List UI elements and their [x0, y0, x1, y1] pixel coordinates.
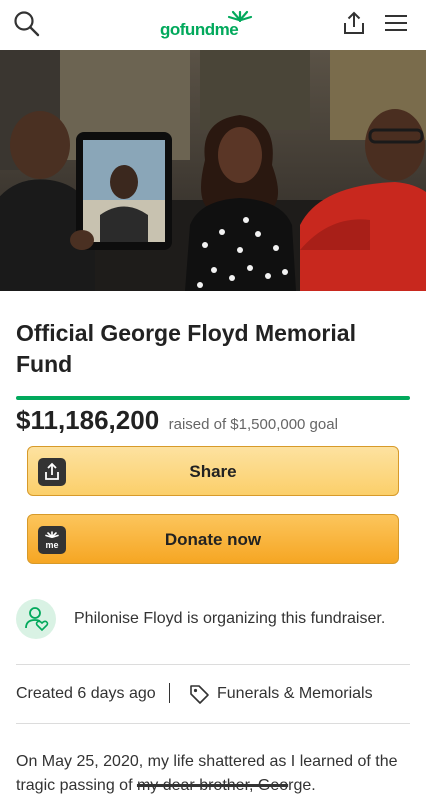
hamburger-menu-icon: [385, 15, 407, 31]
share-icon: [344, 11, 364, 34]
logo-text: gofundme: [160, 20, 239, 39]
divider: [16, 664, 410, 665]
donate-button-label: Donate now: [164, 530, 262, 549]
campaign-meta: Created 6 days ago Funerals & Memorials: [16, 683, 410, 707]
search-icon: [14, 11, 40, 37]
person-heart-icon: [25, 607, 49, 632]
organizer-text: Philonise Floyd is organizing this fundr…: [74, 610, 386, 627]
progress-bar: [16, 396, 410, 400]
organizer-avatar: [16, 599, 56, 639]
story-text: On May 25, 2020, my life shattered as I …: [16, 750, 412, 798]
menu-button[interactable]: [383, 11, 409, 35]
meta-separator: [169, 683, 170, 703]
logo-sprout-icon: [227, 10, 253, 22]
campaign-hero-image[interactable]: [0, 50, 426, 291]
story-struck-text: my dear brother, Geo: [136, 777, 289, 794]
goal-text: raised of $1,500,000 goal: [168, 416, 338, 433]
divider: [16, 723, 410, 724]
search-button[interactable]: [12, 9, 42, 39]
campaign-title: Official George Floyd Memorial Fund: [16, 320, 356, 377]
created-date: Created 6 days ago: [16, 685, 156, 702]
donate-now-button[interactable]: me Donate now: [27, 514, 399, 564]
raised-amount: $11,186,200: [16, 405, 160, 435]
category-link[interactable]: Funerals & Memorials: [217, 685, 373, 703]
hero-photo: [0, 50, 426, 291]
tag-icon: [190, 685, 209, 704]
share-button[interactable]: Share: [27, 446, 399, 496]
header-share-button[interactable]: [340, 9, 368, 37]
organizer-row[interactable]: Philonise Floyd is organizing this fundr…: [16, 598, 410, 640]
story-text-end: rge.: [288, 777, 316, 794]
share-button-label: Share: [189, 462, 237, 481]
top-navigation-bar: gofundme: [0, 0, 426, 50]
raised-summary: $11,186,200 raised of $1,500,000 goal: [16, 405, 416, 441]
gofundme-logo[interactable]: gofundme: [160, 10, 270, 42]
